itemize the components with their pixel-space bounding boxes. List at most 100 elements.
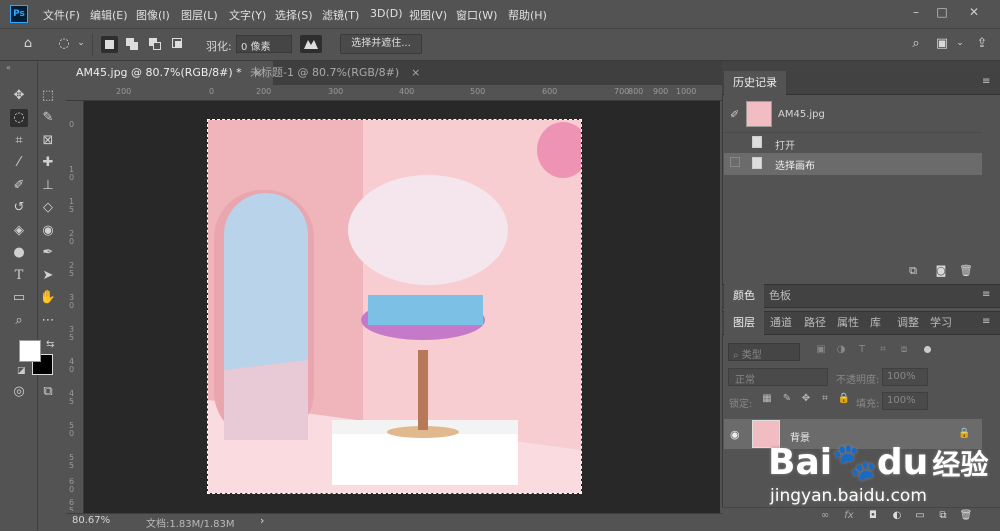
fill-input[interactable]: 100% — [882, 392, 928, 410]
stamp-tool-icon[interactable]: ⊥ — [39, 177, 57, 195]
fx-icon[interactable]: fx — [842, 510, 856, 521]
zoom-level[interactable]: 80.67% — [72, 515, 110, 526]
menu-select[interactable]: 选择(S) — [275, 7, 313, 23]
home-icon[interactable]: ⌂ — [19, 36, 37, 51]
tab-untitled[interactable]: 未标题-1 @ 80.7%(RGB/8#) × — [240, 61, 430, 85]
workspace-icon[interactable]: ▣ — [933, 36, 951, 51]
new-group-icon[interactable]: ▭ — [913, 510, 927, 521]
link-layers-icon[interactable]: ∞ — [818, 510, 832, 521]
lasso-tool-icon[interactable]: ◌ — [10, 109, 28, 127]
smart-object-filter-icon[interactable]: ⧈ — [897, 344, 911, 355]
brush-tool-icon[interactable]: ✐ — [10, 177, 28, 195]
default-colors-icon[interactable]: ◪ — [17, 366, 26, 376]
snapshot-name[interactable]: AM45.jpg — [778, 109, 825, 120]
panel-menu-icon[interactable]: ≡ — [982, 289, 990, 300]
tab-swatches[interactable]: 色板 — [760, 284, 800, 308]
crop-tool-icon[interactable]: ⌗ — [10, 132, 28, 150]
lock-transparent-icon[interactable]: ▦ — [760, 393, 774, 404]
menu-edit[interactable]: 编辑(E) — [90, 7, 128, 23]
opacity-input[interactable]: 100% — [882, 368, 928, 386]
status-menu-arrow[interactable]: › — [260, 514, 264, 527]
eyedropper-tool-icon[interactable]: ⁄ — [10, 154, 28, 172]
type-filter-icon[interactable]: T — [855, 344, 869, 355]
tab-color[interactable]: 颜色 — [724, 284, 764, 308]
blur-tool-icon[interactable]: ◉ — [39, 222, 57, 240]
lock-artboard-icon[interactable]: ⌗ — [818, 393, 832, 404]
feather-input[interactable]: 0 像素 — [236, 35, 292, 53]
trash-icon[interactable]: 🗑 — [958, 264, 974, 277]
path-select-tool-icon[interactable]: ➤ — [39, 267, 57, 285]
intersect-selection-button[interactable] — [170, 36, 187, 53]
menu-help[interactable]: 帮助(H) — [508, 7, 547, 23]
eraser-tool-icon[interactable]: ◇ — [39, 199, 57, 217]
select-and-mask-button[interactable]: 选择并遮住... — [340, 34, 422, 54]
minimize-icon[interactable]: – — [908, 4, 924, 20]
search-icon[interactable]: ⌕ — [907, 36, 925, 51]
delete-layer-icon[interactable]: 🗑 — [959, 510, 973, 521]
pen-tool-icon[interactable]: ✒ — [39, 244, 57, 262]
tab-layers[interactable]: 图层 — [724, 311, 764, 335]
healing-brush-tool-icon[interactable]: ✚ — [39, 154, 57, 172]
frame-tool-icon[interactable]: ⊠ — [39, 132, 57, 150]
history-item-active[interactable] — [724, 153, 982, 175]
history-item[interactable] — [724, 132, 982, 154]
collapse-icon[interactable]: « — [6, 63, 11, 72]
add-selection-button[interactable] — [124, 36, 141, 53]
menu-filter[interactable]: 滤镜(T) — [322, 7, 359, 23]
screen-mode-icon[interactable]: ⧉ — [39, 383, 57, 401]
camera-icon[interactable]: ◙ — [933, 264, 949, 277]
menu-3d[interactable]: 3D(D) — [370, 7, 403, 20]
tab-learn[interactable]: 学习 — [921, 311, 961, 335]
foreground-color-swatch[interactable] — [19, 340, 41, 362]
workspace-chevron-icon[interactable]: ⌄ — [955, 38, 965, 48]
dodge-tool-icon[interactable]: ● — [10, 244, 28, 262]
adjustment-layer-icon[interactable]: ◐ — [890, 510, 904, 521]
history-brush-tool-icon[interactable]: ↺ — [10, 199, 28, 217]
tab-libraries[interactable]: 库 — [861, 311, 890, 335]
subtract-selection-button[interactable] — [147, 36, 164, 53]
menu-image[interactable]: 图像(I) — [136, 7, 170, 23]
history-item-label[interactable]: 打开 — [775, 137, 795, 152]
photoshop-logo[interactable]: Ps — [10, 5, 28, 23]
snapshot-thumbnail[interactable] — [746, 101, 772, 127]
more-tools-icon[interactable]: ⋯ — [39, 312, 57, 330]
menu-window[interactable]: 窗口(W) — [456, 7, 497, 23]
quick-select-tool-icon[interactable]: ✎ — [39, 109, 57, 127]
menu-layer[interactable]: 图层(L) — [181, 7, 218, 23]
maximize-icon[interactable]: □ — [934, 4, 950, 20]
image-filter-icon[interactable]: ▣ — [814, 344, 828, 355]
document-image[interactable] — [207, 119, 582, 494]
rectangle-tool-icon[interactable]: ▭ — [10, 289, 28, 307]
quick-mask-icon[interactable]: ◎ — [10, 383, 28, 401]
new-document-from-state-icon[interactable]: ⧉ — [905, 264, 921, 278]
visibility-eye-icon[interactable]: ◉ — [730, 428, 740, 441]
move-tool-icon[interactable]: ✥ — [10, 87, 28, 105]
history-item-label[interactable]: 选择画布 — [775, 157, 815, 172]
history-brush-source-icon[interactable]: ✐ — [730, 108, 739, 121]
blend-mode-select[interactable]: 正常 — [728, 368, 828, 386]
new-selection-button[interactable] — [101, 36, 118, 53]
share-icon[interactable]: ⇪ — [973, 36, 991, 51]
adjustment-filter-icon[interactable]: ◑ — [834, 344, 848, 355]
zoom-tool-icon[interactable]: ⌕ — [10, 312, 28, 330]
chevron-down-icon[interactable]: ⌄ — [76, 38, 86, 48]
history-checkbox[interactable] — [730, 157, 740, 167]
lock-all-icon[interactable]: 🔒 — [837, 393, 851, 404]
panel-menu-icon[interactable]: ≡ — [982, 76, 990, 87]
menu-view[interactable]: 视图(V) — [409, 7, 447, 23]
tab-close-icon[interactable]: × — [411, 66, 420, 79]
tab-history[interactable]: 历史记录 — [724, 71, 786, 95]
lock-position-icon[interactable]: ✥ — [799, 393, 813, 404]
anti-alias-icon[interactable] — [300, 35, 322, 53]
type-tool-icon[interactable]: T — [10, 267, 28, 285]
panel-menu-icon[interactable]: ≡ — [982, 316, 990, 327]
lasso-tool-preset-icon[interactable]: ◌ — [55, 36, 73, 51]
layer-filter-select[interactable]: ⌕ 类型 — [728, 343, 800, 361]
marquee-tool-icon[interactable]: ⬚ — [39, 87, 57, 105]
layer-lock-icon[interactable]: 🔒 — [958, 428, 970, 439]
shape-filter-icon[interactable]: ⌗ — [876, 344, 890, 355]
lock-pixels-icon[interactable]: ✎ — [780, 393, 794, 404]
swap-colors-icon[interactable]: ⇆ — [46, 339, 54, 350]
paint-bucket-tool-icon[interactable]: ◈ — [10, 222, 28, 240]
menu-file[interactable]: 文件(F) — [43, 7, 80, 23]
